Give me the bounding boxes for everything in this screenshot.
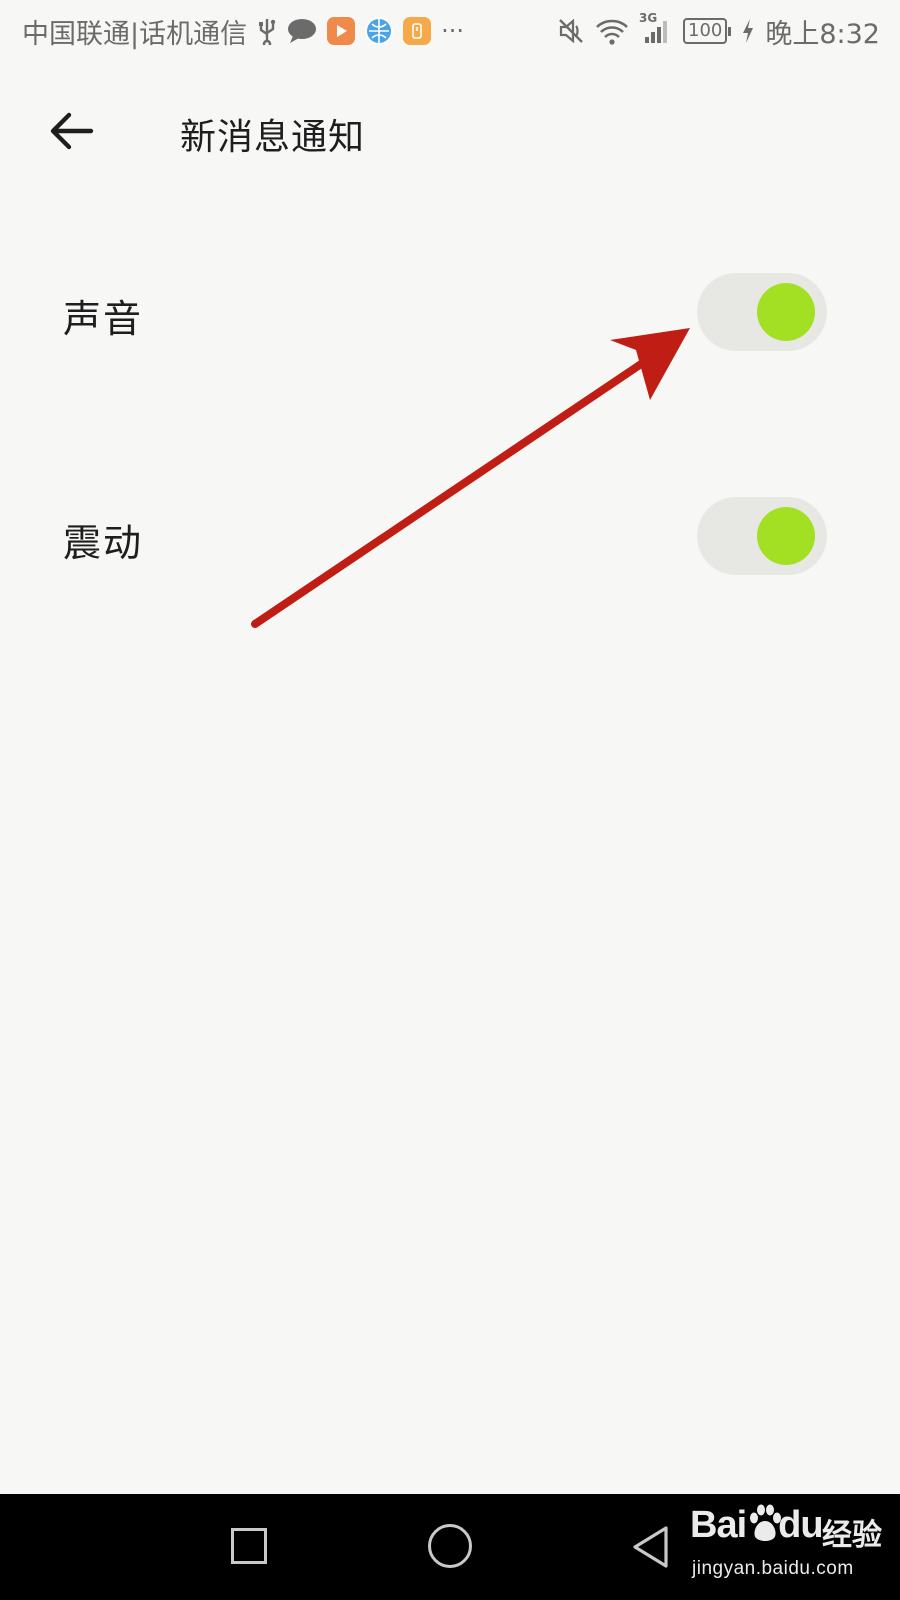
browser-app-icon [365,17,394,45]
mute-icon [557,17,585,45]
recents-button[interactable] [231,1528,267,1564]
files-app-icon [403,17,432,45]
home-button[interactable] [428,1524,472,1568]
battery-tip [728,26,732,36]
more-notifications-label: ··· [441,17,464,45]
signal-icon: 3G [639,11,671,45]
setting-label-sound: 声音 [63,297,144,341]
back-button[interactable] [38,98,104,164]
triangle-back-icon [633,1526,668,1568]
status-bar-right: 3G 100 晚上8:32 [547,11,900,51]
app-header: 新消息通知 [0,80,900,190]
setting-row-vibration: 震动 [0,476,900,596]
baidu-watermark: Bai du 经验 jingyan.baidu.com [690,1502,890,1592]
wifi-icon [595,17,629,45]
baidu-paw-icon [750,1504,781,1541]
video-app-icon [327,17,356,45]
arrow-left-icon [50,112,94,150]
battery-level: 100 [683,18,728,44]
carrier-label: 中国联通|话机通信 [22,18,248,50]
page-title: 新消息通知 [180,117,366,158]
vibration-toggle-knob [757,507,815,565]
status-bar: 中国联通|话机通信 ··· 3G 100 晚上8:32 [0,0,900,62]
status-bar-left: 中国联通|话机通信 ··· [0,12,464,51]
sound-toggle[interactable] [697,273,827,351]
vibration-toggle[interactable] [697,497,827,575]
battery-indicator: 100 [683,18,732,44]
usb-icon [257,17,277,45]
watermark-url: jingyan.baidu.com [692,1558,854,1579]
charging-icon [741,18,755,44]
setting-label-vibration: 震动 [63,521,144,565]
sound-toggle-knob [757,283,815,341]
network-type-label: 3G [639,11,658,25]
watermark-jingyan-text: 经验 [822,1518,882,1553]
setting-row-sound: 声音 [0,252,900,372]
annotation-arrow [251,328,690,628]
status-time: 晚上8:32 [765,18,880,50]
chat-bubble-icon [287,18,317,44]
nav-back-button[interactable] [630,1524,672,1570]
